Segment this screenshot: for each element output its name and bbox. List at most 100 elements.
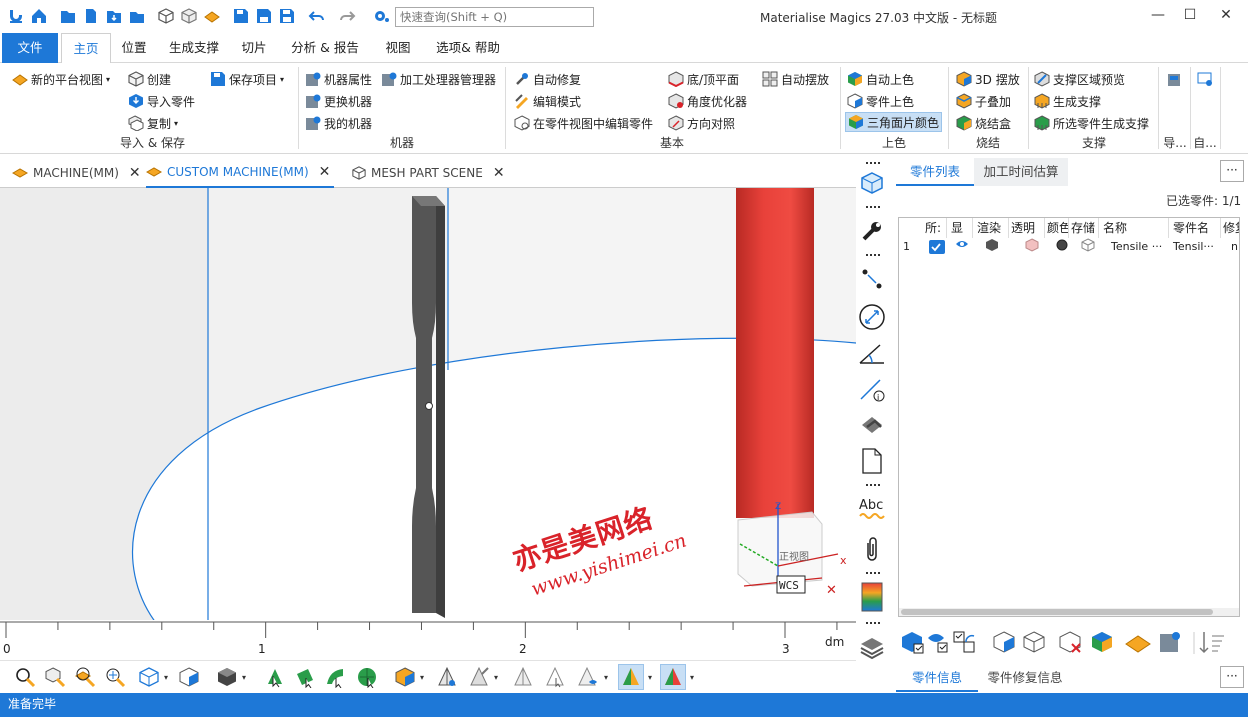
delete-part-icon[interactable] — [1059, 631, 1081, 653]
column-header[interactable]: 名称 — [1101, 218, 1169, 238]
tab-analysis-report[interactable]: 分析 & 报告 — [284, 33, 366, 63]
bottom-top-plane-button[interactable]: 底/顶平面 — [668, 69, 739, 89]
column-header[interactable]: 修复 — [1221, 218, 1239, 238]
dropdown-caret-icon[interactable]: ▾ — [494, 673, 498, 682]
unmark-button[interactable] — [466, 664, 492, 690]
tab-file[interactable]: 文件 — [2, 33, 58, 63]
tab-build-time-estimate[interactable]: 加工时间估算 — [974, 158, 1068, 186]
row-storage[interactable] — [1079, 238, 1097, 256]
dropdown-caret-icon[interactable]: ▾ — [242, 673, 246, 682]
save-as-icon[interactable] — [254, 6, 274, 26]
dropdown-caret-icon[interactable]: ▾ — [604, 673, 608, 682]
select-surface-button[interactable] — [322, 664, 348, 690]
hammer-button[interactable] — [858, 410, 886, 440]
part-select-button[interactable] — [392, 664, 418, 690]
copy-button[interactable]: 复制 ▾ — [128, 113, 178, 133]
zoom-part-button[interactable] — [42, 664, 68, 690]
triangle-mode-2-button[interactable] — [660, 664, 686, 690]
my-machines-button[interactable]: 我的机器 — [305, 113, 372, 133]
auto-color-button[interactable]: 自动上色 — [847, 69, 914, 89]
tab-part-info[interactable]: 零件信息 — [896, 664, 978, 692]
doc-tab-machine[interactable]: MACHINE(MM) ✕ — [12, 158, 141, 188]
auto-group-button[interactable] — [1197, 69, 1216, 89]
generate-support-button[interactable]: 生成支撑 — [1034, 91, 1101, 111]
doc-tab-mesh-part-scene[interactable]: MESH PART SCENE ✕ — [352, 158, 505, 188]
panel-more-button-bottom[interactable]: ··· — [1220, 666, 1244, 688]
row-part-name[interactable]: Tensil··· — [1171, 238, 1219, 256]
tab-part-list[interactable]: 零件列表 — [896, 158, 974, 186]
maximize-button[interactable]: ☐ — [1180, 5, 1200, 25]
zoom-platform-button[interactable] — [72, 664, 98, 690]
support-region-preview-button[interactable]: 支撑区域预览 — [1034, 69, 1125, 89]
minimize-button[interactable]: — — [1148, 5, 1168, 25]
select-triangle-button[interactable] — [262, 664, 288, 690]
triangle-eye-button[interactable] — [574, 664, 600, 690]
front-view-button[interactable] — [176, 664, 202, 690]
tab-part-fix-info[interactable]: 零件修复信息 — [978, 664, 1072, 692]
layers-button[interactable] — [858, 632, 886, 662]
processor-manager-button[interactable]: 加工处理器管理器 — [381, 69, 496, 89]
sub-stack-button[interactable]: 子叠加 — [956, 91, 1011, 111]
part-color-button[interactable]: 零件上色 — [847, 91, 914, 111]
select-all-icon[interactable] — [902, 632, 924, 654]
attachment-button[interactable] — [858, 534, 886, 564]
triangle-color-button[interactable]: 三角面片颜色 — [845, 112, 943, 132]
placement-3d-button[interactable]: 3D 摆放 — [956, 69, 1020, 89]
row-name[interactable]: Tensile ··· — [1109, 238, 1169, 256]
save-project-button[interactable]: 保存项目 ▾ — [210, 69, 284, 89]
tab-options-help[interactable]: 选项& 帮助 — [428, 33, 508, 63]
column-header[interactable]: 所: — [923, 218, 947, 238]
row-select-checkbox[interactable] — [929, 240, 945, 254]
3d-viewport[interactable]: WCS 正视图 Z x ✕ 0 1 2 3 dm 亦是美网络 www.yishi… — [0, 188, 856, 660]
close-window-button[interactable]: ✕ — [1216, 5, 1236, 25]
angle-optimizer-button[interactable]: 角度优化器 — [668, 91, 747, 111]
redo-icon[interactable] — [338, 6, 358, 26]
cube-outline-icon[interactable] — [179, 6, 199, 26]
select-plane-button[interactable] — [292, 664, 318, 690]
annotation-text-button[interactable]: Abc — [858, 494, 886, 524]
save-icon[interactable] — [231, 6, 251, 26]
view-cube-button[interactable] — [858, 168, 886, 198]
auto-fix-button[interactable]: 自动修复 — [514, 69, 581, 89]
dropdown-caret-icon[interactable]: ▾ — [420, 673, 424, 682]
wireframe-triangle-button[interactable] — [510, 664, 536, 690]
folder-icon[interactable] — [127, 6, 147, 26]
column-header[interactable]: 显 — [949, 218, 973, 238]
generate-selected-support-button[interactable]: 所选零件生成支撑 — [1034, 113, 1149, 133]
doc-tab-custom-machine[interactable]: CUSTOM MACHINE(MM) ✕ — [146, 158, 335, 188]
tab-slice[interactable]: 切片 — [232, 33, 276, 63]
invert-selection-icon[interactable] — [953, 631, 975, 653]
open-project-icon[interactable] — [58, 6, 78, 26]
import-group-button[interactable] — [1166, 69, 1185, 89]
orientation-button[interactable]: 方向对照 — [668, 113, 735, 133]
row-transparency[interactable] — [1023, 238, 1041, 256]
auto-placement-button[interactable]: 自动摆放 — [762, 69, 829, 89]
quick-search-input[interactable] — [395, 7, 594, 27]
import-part-button[interactable]: 导入零件 — [128, 91, 195, 111]
show-selected-icon[interactable] — [928, 634, 948, 653]
dropdown-caret-icon[interactable]: ▾ — [164, 673, 168, 682]
close-tab-icon[interactable]: ✕ — [129, 165, 141, 181]
shaded-view-button[interactable] — [214, 664, 240, 690]
color-scale-button[interactable] — [858, 582, 886, 612]
tab-home[interactable]: 主页 — [61, 33, 111, 64]
dropdown-caret-icon[interactable]: ▾ — [648, 673, 652, 682]
column-header[interactable]: 零件名 — [1171, 218, 1221, 238]
zoom-selection-button[interactable] — [102, 664, 128, 690]
close-tab-icon[interactable]: ✕ — [493, 165, 505, 181]
column-header[interactable]: 存储 — [1069, 218, 1099, 238]
tab-view[interactable]: 视图 — [376, 33, 420, 63]
marking-mode-button[interactable] — [434, 664, 460, 690]
undo-icon[interactable] — [306, 6, 326, 26]
merge-parts-icon[interactable] — [1023, 631, 1045, 653]
triangle-mode-1-button[interactable] — [618, 664, 644, 690]
tab-generate-support[interactable]: 生成支撑 — [160, 33, 228, 63]
group-parts-icon[interactable] — [993, 631, 1015, 653]
new-platform-view-button[interactable]: 新的平台视图 ▾ — [12, 69, 110, 89]
row-color[interactable] — [1053, 238, 1069, 256]
scrollbar-thumb[interactable] — [901, 609, 1213, 615]
row-render-mode[interactable] — [983, 238, 1001, 256]
column-header[interactable]: 渲染 — [975, 218, 1009, 238]
column-header[interactable]: 颜色 — [1045, 218, 1069, 238]
sort-list-icon[interactable] — [1199, 632, 1224, 654]
